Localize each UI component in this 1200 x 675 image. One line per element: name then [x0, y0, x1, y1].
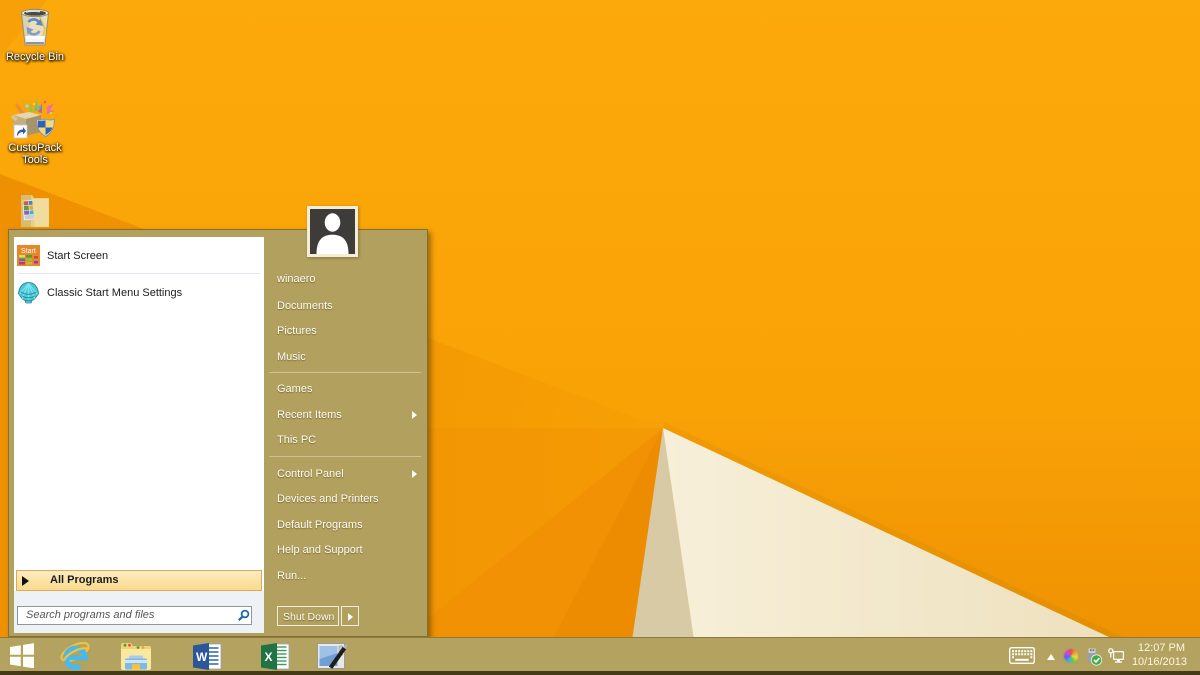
svg-text:Start: Start [21, 248, 36, 255]
svg-text:X: X [265, 650, 273, 664]
svg-text:W: W [196, 650, 208, 664]
